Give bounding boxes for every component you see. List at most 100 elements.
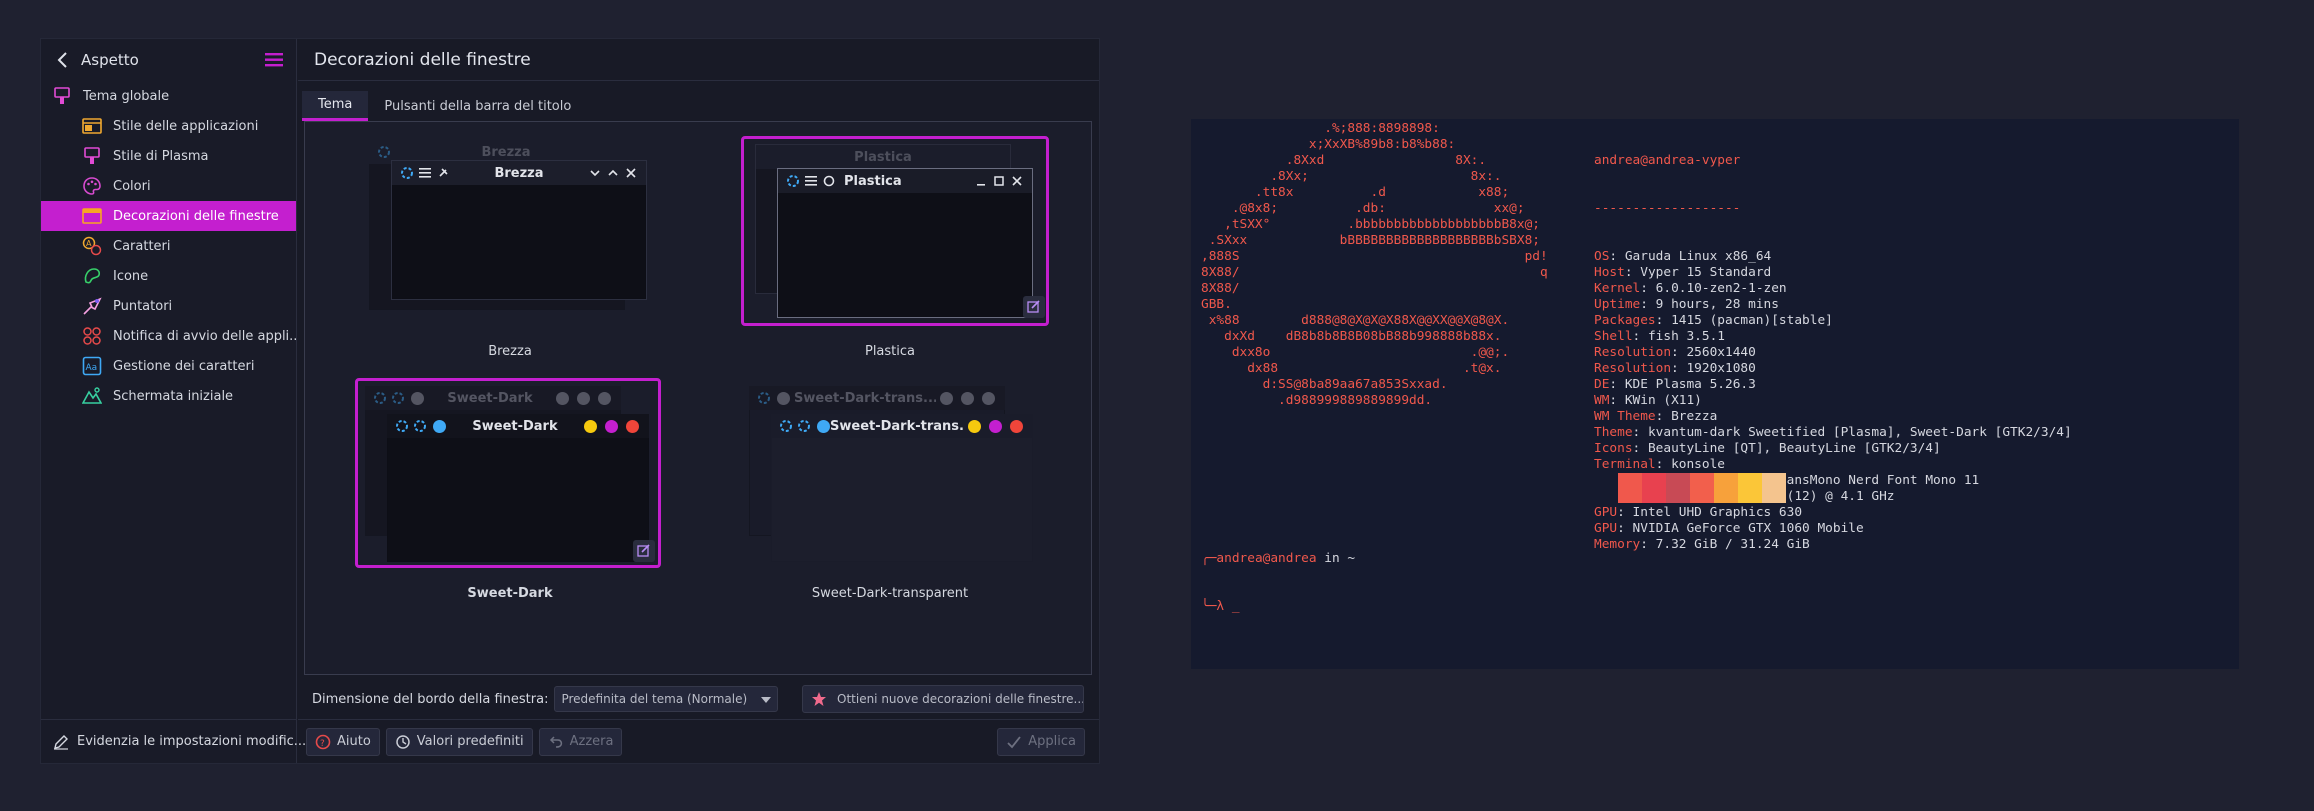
defaults-button[interactable]: Valori predefiniti bbox=[385, 727, 533, 756]
preview-window-front: Plastica bbox=[777, 168, 1033, 318]
sidebar-item-font-management[interactable]: Aa Gestione dei caratteri bbox=[41, 351, 296, 381]
sidebar: Aspetto Tema globale Stile delle applica… bbox=[41, 39, 306, 763]
info-line: Host: Vyper 15 Standard bbox=[1594, 265, 1772, 280]
sidebar-item-window-decorations[interactable]: Decorazioni delle finestre bbox=[41, 201, 296, 231]
minimize-icon bbox=[584, 419, 597, 433]
sidebar-item-icons[interactable]: Icone bbox=[41, 261, 296, 291]
sidebar-item-plasma-style[interactable]: Stile di Plasma bbox=[41, 141, 296, 171]
info-line: Resolution: 1920x1080 bbox=[1594, 361, 1756, 376]
pin-icon bbox=[434, 164, 452, 182]
highlight-changed-settings-label: Evidenzia le impostazioni modific... bbox=[77, 734, 307, 749]
info-value: KDE Plasma 5.26.3 bbox=[1624, 377, 1756, 392]
menu-icon bbox=[802, 172, 820, 190]
edit-icon bbox=[637, 542, 651, 561]
info-line: Shell: fish 3.5.1 bbox=[1594, 329, 1725, 344]
theme-name: Brezza bbox=[488, 344, 532, 359]
info-line: Resolution: 2560x1440 bbox=[1594, 345, 1756, 360]
sidebar-item-cursors[interactable]: Puntatori bbox=[41, 291, 296, 321]
preview-body bbox=[772, 438, 1032, 561]
prompt-corner: ╰─ bbox=[1201, 599, 1217, 614]
ascii-line: .tt8x .d x88; bbox=[1201, 185, 1510, 200]
info-line: WM: KWin (X11) bbox=[1594, 393, 1702, 408]
sidebar-item-label: Caratteri bbox=[113, 238, 171, 254]
apply-button[interactable]: Applica bbox=[997, 727, 1085, 756]
info-line: Terminal: konsole bbox=[1594, 457, 1725, 472]
undo-icon bbox=[548, 734, 564, 750]
maximize-icon bbox=[577, 391, 590, 405]
theme-card-sweet-dark-transparent[interactable]: Sweet-Dark-trans... Sweet-Dark-trans... bbox=[705, 378, 1075, 608]
sidebar-item-label: Schermata iniziale bbox=[113, 388, 234, 404]
close-icon bbox=[598, 391, 611, 405]
sidebar-item-label: Stile di Plasma bbox=[113, 148, 209, 164]
palette-swatch bbox=[1714, 473, 1738, 503]
preview-title: Brezza bbox=[481, 144, 531, 160]
info-key: Kernel bbox=[1594, 281, 1641, 296]
info-value: 1415 (pacman)[stable] bbox=[1671, 313, 1833, 328]
tab-titlebar-buttons[interactable]: Pulsanti della barra del titolo bbox=[368, 91, 587, 121]
sidebar-item-global-theme[interactable]: Tema globale bbox=[41, 81, 296, 111]
theme-card-plastica[interactable]: Plastica Plastica Plastica bbox=[705, 136, 1075, 359]
info-value: kvantum-dark Sweetified [Plasma], Sweet-… bbox=[1647, 425, 2072, 440]
tab-theme[interactable]: Tema bbox=[302, 91, 369, 121]
info-key: WM bbox=[1594, 393, 1610, 408]
reset-button[interactable]: Azzera bbox=[538, 727, 623, 756]
info-key: Host bbox=[1594, 265, 1625, 280]
border-size-select[interactable]: Predefinita del tema (Normale) bbox=[554, 686, 779, 712]
sidebar-item-app-style[interactable]: Stile delle applicazioni bbox=[41, 111, 296, 141]
prompt-dir: ~ bbox=[1347, 551, 1356, 566]
info-line: Memory: 7.32 GiB / 31.24 GiB bbox=[1594, 537, 1810, 552]
theme-name: Sweet-Dark-transparent bbox=[811, 586, 969, 601]
svg-text:?: ? bbox=[320, 739, 325, 749]
sidebar-item-launch-feedback[interactable]: Notifica di avvio delle appli... bbox=[41, 321, 296, 351]
theme-card-brezza[interactable]: Brezza Brezza Brezza bbox=[325, 136, 695, 359]
sidebar-item-colors[interactable]: Colori bbox=[41, 171, 296, 201]
info-line: DE: KDE Plasma 5.26.3 bbox=[1594, 377, 1756, 392]
info-value: 1920x1080 bbox=[1686, 361, 1756, 376]
reset-label: Azzera bbox=[569, 734, 614, 749]
highlight-changed-settings-button[interactable]: Evidenzia le impostazioni modific... bbox=[41, 719, 306, 763]
theme-name: Sweet-Dark bbox=[467, 586, 553, 601]
theme-card-sweet-dark[interactable]: Sweet-Dark Sweet-Dark Sweet-Dark bbox=[325, 378, 695, 608]
tab-bar: Tema Pulsanti della barra del titolo bbox=[302, 91, 587, 121]
on-all-desktops-icon bbox=[433, 419, 446, 433]
window-decorations-icon bbox=[81, 205, 103, 227]
shell-prompt: ╭─andrea@andrea in ~ ╰─λ _ bbox=[1201, 519, 1355, 647]
preview-titlebar: Sweet-Dark-trans... bbox=[771, 414, 1033, 438]
info-lines: OS: Garuda Linux x86_64 Host: Vyper 15 St… bbox=[1594, 249, 2072, 553]
on-all-desktops-icon bbox=[820, 172, 838, 190]
palette-swatch bbox=[1642, 473, 1666, 503]
edit-decoration-button[interactable] bbox=[633, 540, 655, 562]
on-all-desktops-icon bbox=[777, 391, 790, 405]
prompt-line-2: ╰─λ _ bbox=[1201, 599, 1355, 615]
info-line: GPU: NVIDIA GeForce GTX 1060 Mobile bbox=[1594, 521, 1864, 536]
info-key: Memory bbox=[1594, 537, 1641, 552]
hamburger-menu-icon[interactable] bbox=[264, 50, 284, 70]
main-panel: Decorazioni delle finestre Tema Pulsanti… bbox=[298, 39, 1099, 763]
edit-icon bbox=[1027, 298, 1041, 317]
plasma-style-icon bbox=[81, 145, 103, 167]
back-arrow-icon[interactable] bbox=[53, 50, 73, 70]
sidebar-item-splash-screen[interactable]: Schermata iniziale bbox=[41, 381, 296, 411]
info-value: Brezza bbox=[1671, 409, 1718, 424]
terminal-window[interactable]: .%;888:8898898: x;XxXB%89b8:b8%b88: .8Xx… bbox=[1191, 119, 2239, 669]
help-button[interactable]: ? Aiuto bbox=[306, 727, 380, 756]
icons-icon bbox=[81, 265, 103, 287]
preview-title: Plastica bbox=[844, 173, 902, 189]
minimize-icon bbox=[556, 391, 569, 405]
ascii-line: 8X88/ bbox=[1201, 281, 1240, 296]
minimize-icon bbox=[968, 419, 981, 433]
preview-window-front: Sweet-Dark-trans... bbox=[771, 414, 1033, 562]
sidebar-item-fonts[interactable]: A Caratteri bbox=[41, 231, 296, 261]
info-value: fish 3.5.1 bbox=[1647, 329, 1725, 344]
preview-window-front: Sweet-Dark bbox=[387, 414, 649, 562]
info-line: WM Theme: Brezza bbox=[1594, 409, 1718, 424]
preview-titlebar: Sweet-Dark-trans... bbox=[749, 386, 1005, 410]
info-key: Packages bbox=[1594, 313, 1656, 328]
sidebar-header: Aspetto bbox=[41, 39, 296, 81]
edit-decoration-button[interactable] bbox=[1023, 296, 1045, 318]
get-new-decorations-button[interactable]: Ottieni nuove decorazioni delle finestre… bbox=[802, 685, 1084, 713]
info-line: Kernel: 6.0.10-zen2-1-zen bbox=[1594, 281, 1787, 296]
sidebar-item-label: Icone bbox=[113, 268, 149, 284]
preview-title: Sweet-Dark bbox=[447, 390, 533, 406]
info-key: WM Theme bbox=[1594, 409, 1656, 424]
